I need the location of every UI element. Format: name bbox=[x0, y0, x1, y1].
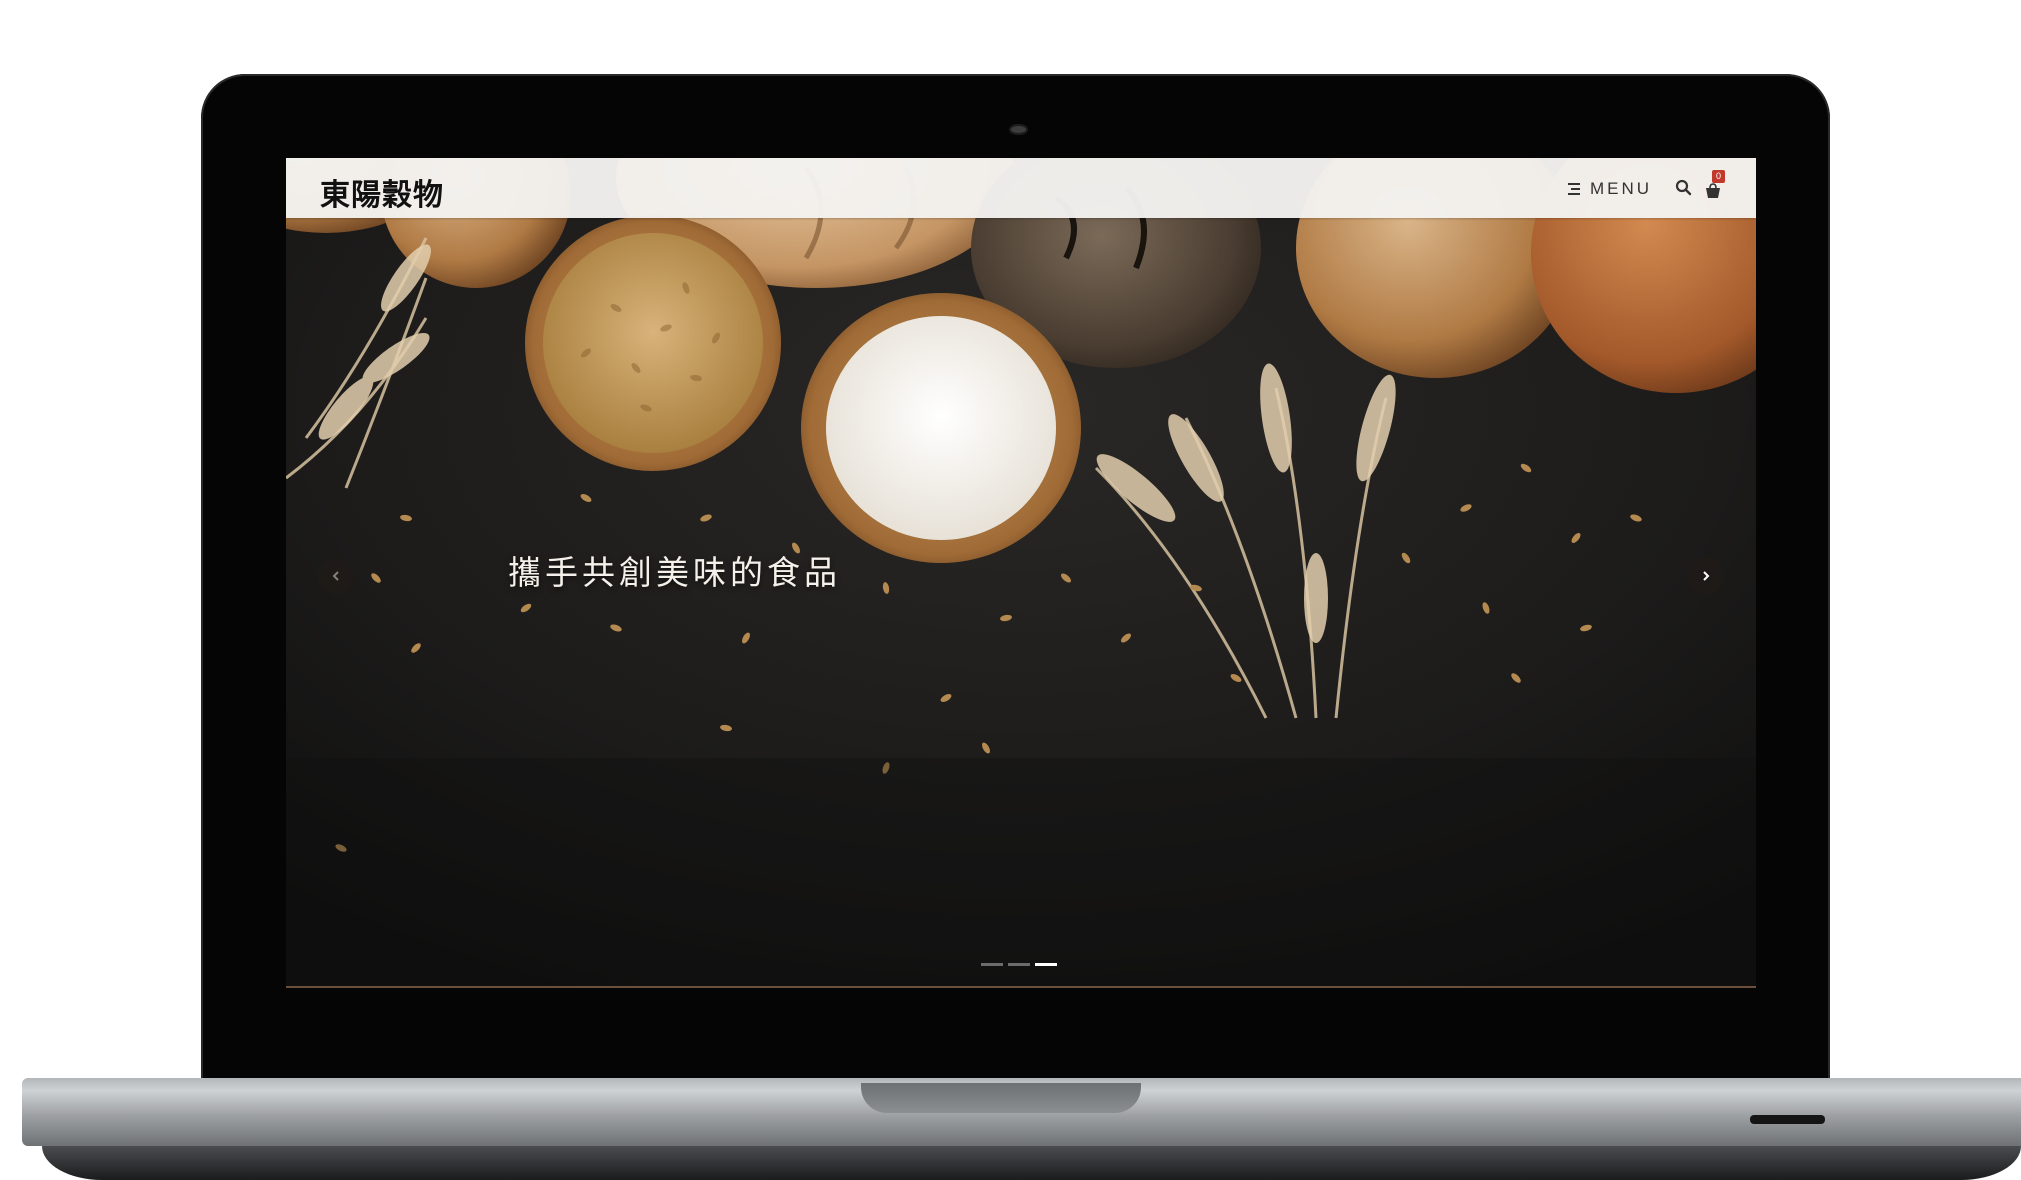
cart-button[interactable]: 0 bbox=[1704, 170, 1726, 200]
slider-dot-1[interactable] bbox=[981, 963, 1003, 966]
hero-bottom-border bbox=[286, 986, 1756, 988]
chevron-right-icon bbox=[1703, 571, 1710, 581]
site-header: 東陽穀物 MENU 0 bbox=[286, 158, 1756, 218]
search-icon bbox=[1675, 179, 1692, 196]
cart-count-badge: 0 bbox=[1712, 170, 1725, 183]
slider-dot-2[interactable] bbox=[1008, 963, 1030, 966]
hero-caption: 攜手共創美味的食品 bbox=[508, 553, 841, 592]
hero-image bbox=[286, 158, 1756, 988]
webcam bbox=[1009, 124, 1028, 135]
screen: 東陽穀物 MENU 0 攜手共創美味的食品 bbox=[286, 158, 1756, 988]
slider-prev-button[interactable] bbox=[318, 558, 354, 594]
slider-indicators bbox=[981, 963, 1057, 966]
laptop-base-underside bbox=[42, 1146, 2021, 1180]
site-logo[interactable]: 東陽穀物 bbox=[320, 170, 444, 214]
trackpad-notch bbox=[861, 1083, 1141, 1113]
hamburger-icon bbox=[1568, 183, 1580, 195]
menu-label: MENU bbox=[1590, 179, 1653, 198]
cart-icon bbox=[1706, 183, 1720, 198]
chevron-left-icon bbox=[332, 571, 339, 581]
laptop-slot bbox=[1750, 1115, 1825, 1124]
search-button[interactable] bbox=[1674, 178, 1694, 198]
menu-button[interactable]: MENU bbox=[1566, 176, 1652, 202]
slider-dot-3[interactable] bbox=[1035, 963, 1057, 966]
slider-next-button[interactable] bbox=[1688, 558, 1724, 594]
